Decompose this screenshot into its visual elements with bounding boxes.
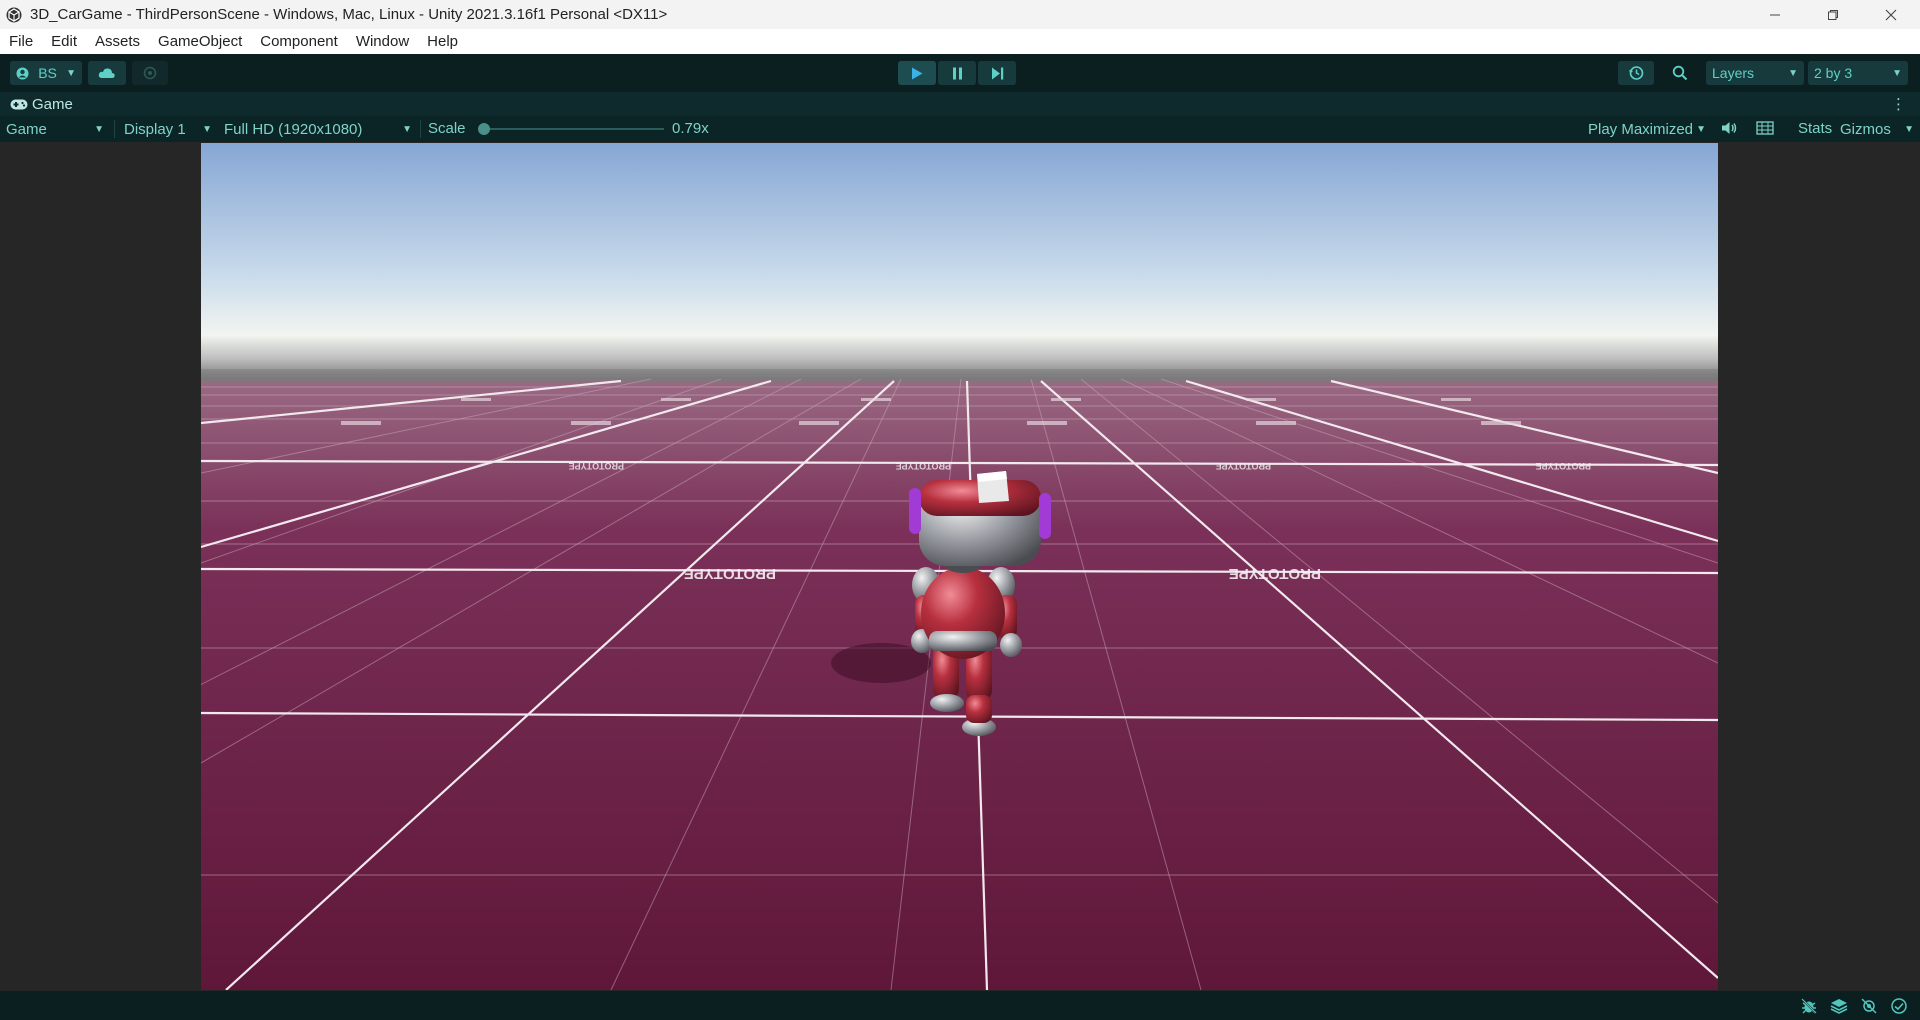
search-icon (1672, 65, 1688, 81)
step-icon (991, 67, 1003, 79)
check-circle-icon[interactable] (1890, 997, 1908, 1015)
cloud-icon (98, 68, 115, 78)
floor-text: PROTOTYPE (1216, 461, 1271, 471)
window-title: 3D_CarGame - ThirdPersonScene - Windows,… (30, 6, 668, 23)
window-title-bar: 3D_CarGame - ThirdPersonScene - Windows,… (0, 0, 1920, 29)
floor-text: PROTOTYPE (684, 565, 776, 582)
chevron-down-icon: ▼ (1788, 67, 1798, 79)
divider (420, 120, 421, 138)
step-button[interactable] (978, 61, 1016, 85)
layout-dropdown[interactable]: 2 by 3 ▼ (1808, 61, 1908, 85)
menu-bar: File Edit Assets GameObject Component Wi… (0, 29, 1920, 54)
view-mode-dropdown[interactable]: Game ▼ (0, 116, 110, 142)
user-icon (16, 67, 29, 79)
menu-assets[interactable]: Assets (86, 33, 149, 50)
undo-history-button[interactable] (1618, 61, 1654, 85)
main-toolbar: BS ▼ Layers ▼ 2 by 3 ▼ (0, 54, 1920, 92)
account-dropdown[interactable]: BS ▼ (10, 61, 82, 85)
minimize-icon (1770, 14, 1780, 15)
cloud-button[interactable] (88, 61, 126, 85)
layers-status-icon[interactable] (1830, 997, 1848, 1015)
unity-logo-icon (6, 7, 22, 22)
minimize-button[interactable] (1746, 0, 1804, 29)
menu-help[interactable]: Help (418, 33, 467, 50)
divider (114, 120, 115, 138)
chevron-down-icon: ▼ (1904, 123, 1914, 135)
display-dropdown[interactable]: Display 1 ▼ (118, 116, 218, 142)
chevron-down-icon: ▼ (1892, 67, 1902, 79)
game-scene: PROTOTYPE PROTOTYPE PROTOTYPE PROTOTYPE … (201, 143, 1718, 990)
play-icon (912, 67, 923, 79)
chevron-down-icon: ▼ (202, 123, 212, 135)
tab-game[interactable]: Game (32, 96, 73, 113)
floor-text: PROTOTYPE (896, 461, 951, 471)
menu-file[interactable]: File (0, 33, 42, 50)
resolution-dropdown[interactable]: Full HD (1920x1080) ▼ (218, 116, 418, 142)
floor-text: PROTOTYPE (569, 461, 624, 471)
scale-slider-handle[interactable] (478, 123, 490, 135)
chevron-down-icon: ▼ (66, 67, 76, 79)
display-label: Display 1 (124, 120, 186, 138)
close-icon (1885, 9, 1897, 20)
layout-label: 2 by 3 (1814, 65, 1853, 81)
layers-label: Layers (1712, 65, 1755, 81)
search-button[interactable] (1662, 61, 1698, 85)
resolution-label: Full HD (1920x1080) (224, 120, 363, 138)
aspect-grid-icon[interactable] (1756, 119, 1774, 137)
chevron-down-icon: ▼ (402, 123, 412, 135)
play-mode-dropdown[interactable]: Play Maximized ▼ (1582, 116, 1712, 142)
restore-button[interactable] (1804, 0, 1862, 29)
gamepad-icon (10, 99, 28, 109)
floor-text: PROTOTYPE (1536, 461, 1591, 471)
collab-icon (143, 66, 157, 80)
game-view-render[interactable]: PROTOTYPE PROTOTYPE PROTOTYPE PROTOTYPE … (201, 143, 1718, 990)
kebab-menu-icon[interactable]: ⋮ (1891, 95, 1906, 113)
chevron-down-icon: ▼ (1696, 123, 1706, 135)
stats-button[interactable]: Stats (1798, 120, 1832, 137)
history-icon (1629, 66, 1644, 80)
game-tab-header: Game ⋮ (0, 92, 1920, 116)
audio-icon[interactable] (1720, 119, 1738, 137)
play-mode-label: Play Maximized (1588, 120, 1694, 138)
menu-component[interactable]: Component (251, 33, 347, 50)
collab-button[interactable] (132, 61, 168, 85)
account-label: BS (38, 65, 57, 81)
layers-dropdown[interactable]: Layers ▼ (1706, 61, 1804, 85)
play-button[interactable] (898, 61, 936, 85)
scale-label: Scale (428, 120, 466, 137)
network-icon[interactable] (1860, 997, 1878, 1015)
gizmos-dropdown[interactable]: Gizmos ▼ (1834, 116, 1920, 142)
playback-controls (898, 61, 1016, 85)
status-bar (0, 991, 1920, 1020)
pause-icon (952, 67, 962, 79)
scale-value: 0.79x (672, 120, 709, 137)
floor-text: PROTOTYPE (1229, 565, 1321, 582)
restore-icon (1828, 9, 1838, 20)
menu-window[interactable]: Window (347, 33, 418, 50)
view-mode-label: Game (6, 120, 47, 138)
gizmos-label: Gizmos (1840, 120, 1891, 138)
close-button[interactable] (1862, 0, 1920, 29)
pause-button[interactable] (938, 61, 976, 85)
chevron-down-icon: ▼ (94, 123, 104, 135)
scale-slider-track[interactable] (484, 128, 664, 130)
bug-icon[interactable] (1800, 997, 1818, 1015)
menu-edit[interactable]: Edit (42, 33, 86, 50)
menu-gameobject[interactable]: GameObject (149, 33, 251, 50)
game-view-toolbar: Game ▼ Display 1 ▼ Full HD (1920x1080) ▼… (0, 116, 1920, 142)
